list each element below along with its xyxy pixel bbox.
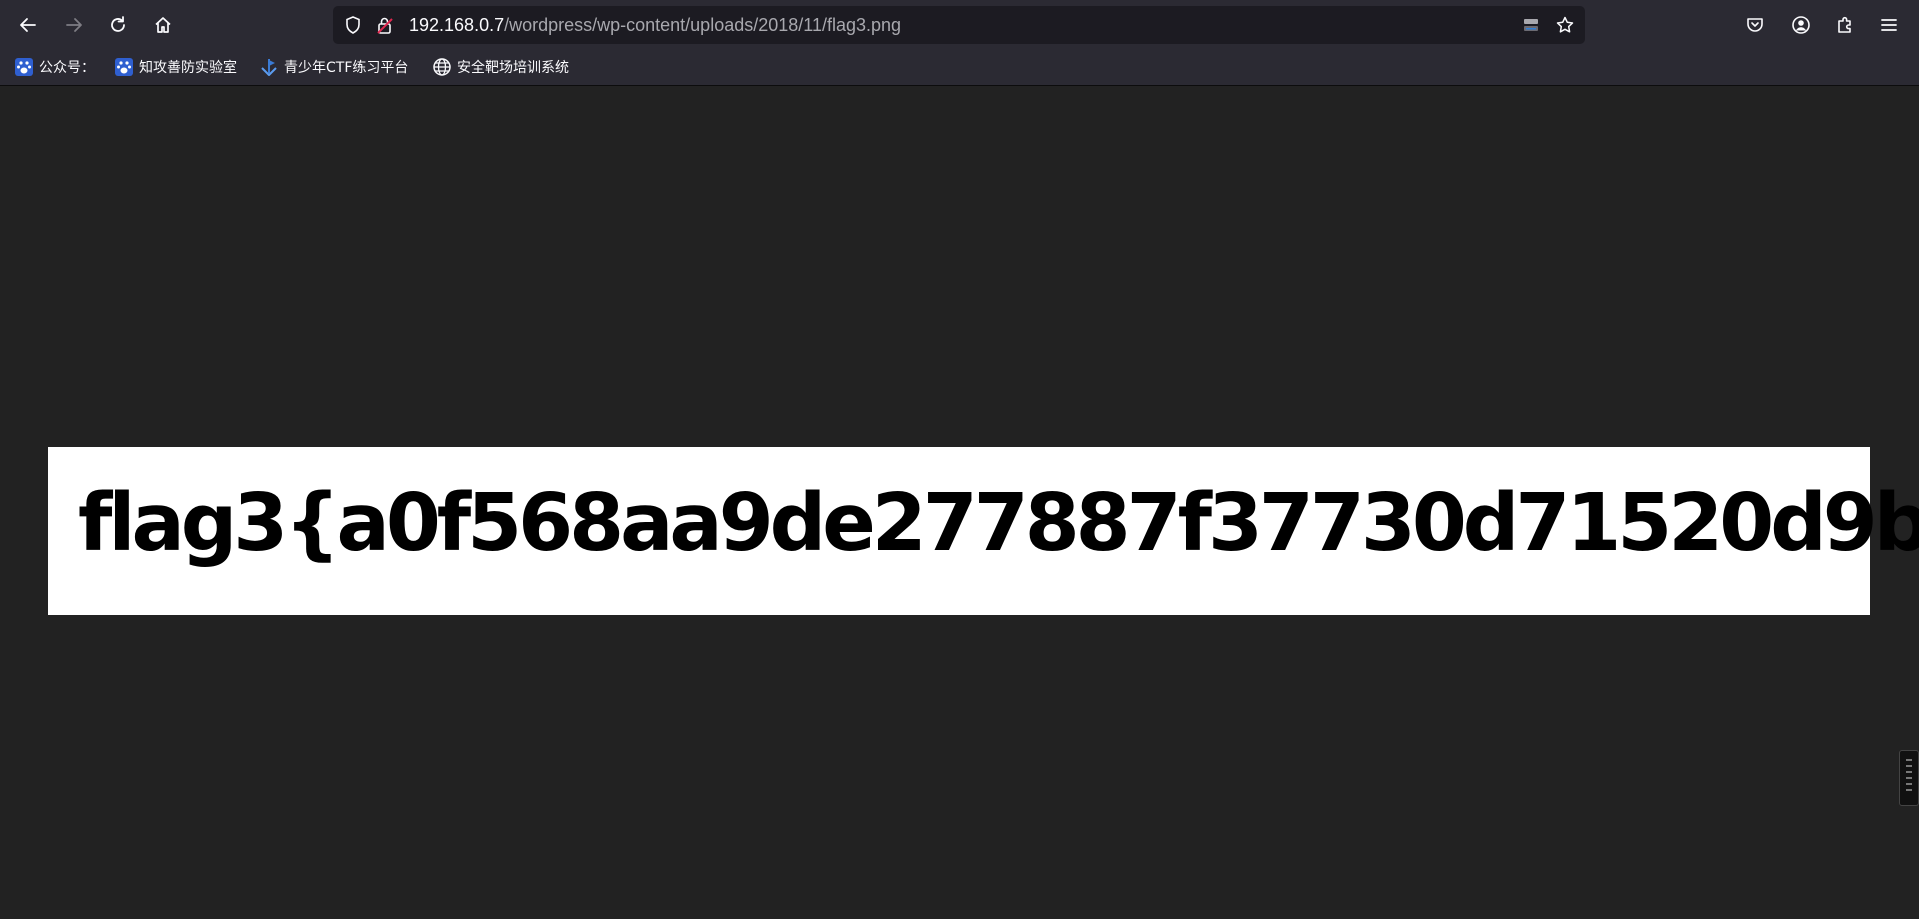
reload-icon bbox=[111, 16, 125, 32]
bookmark-item-youth-ctf[interactable]: 青少年CTF练习平台 bbox=[259, 56, 408, 78]
bookmark-star-icon[interactable] bbox=[1555, 15, 1575, 35]
extensions-icon bbox=[1838, 16, 1851, 33]
browser-toolbar: 192.168.0.7/wordpress/wp-content/uploads… bbox=[0, 0, 1919, 50]
extensions-button[interactable] bbox=[1829, 9, 1861, 41]
back-arrow-icon bbox=[20, 18, 36, 32]
url-bar[interactable]: 192.168.0.7/wordpress/wp-content/uploads… bbox=[333, 6, 1585, 44]
back-button[interactable] bbox=[10, 7, 46, 43]
bookmark-item-zhigong-lab[interactable]: 知攻善防实验室 bbox=[114, 56, 237, 78]
page-action-icon[interactable] bbox=[1521, 15, 1541, 35]
displayed-image[interactable]: flag3{a0f568aa9de277887f37730d71520d9b} bbox=[48, 447, 1919, 615]
home-button[interactable] bbox=[145, 7, 181, 43]
insecure-lock-icon[interactable] bbox=[375, 15, 395, 35]
bookmark-item-range-training[interactable]: 安全靶场培训系统 bbox=[432, 56, 569, 78]
pocket-button[interactable] bbox=[1739, 9, 1771, 41]
bookmarks-toolbar: 公众号： 知攻善防实验室 青少年CTF练习平台 安全靶场培训系统 bbox=[0, 50, 1919, 86]
paw-icon bbox=[15, 58, 33, 76]
bookmark-label: 公众号： bbox=[39, 60, 95, 76]
flag-logo-icon bbox=[261, 59, 277, 76]
bookmark-label: 知攻善防实验室 bbox=[139, 60, 237, 76]
account-icon bbox=[1792, 16, 1810, 34]
paw-icon bbox=[115, 58, 133, 76]
forward-button[interactable] bbox=[56, 7, 92, 43]
url-host: 192.168.0.7 bbox=[409, 15, 505, 35]
bookmark-label: 青少年CTF练习平台 bbox=[284, 60, 409, 76]
forward-arrow-icon bbox=[66, 18, 82, 32]
account-button[interactable] bbox=[1785, 9, 1817, 41]
shield-icon[interactable] bbox=[343, 15, 363, 35]
menu-button[interactable] bbox=[1873, 9, 1905, 41]
bookmark-label: 安全靶场培训系统 bbox=[457, 60, 569, 76]
url-path: /wordpress/wp-content/uploads/2018/11/fl… bbox=[504, 15, 902, 35]
menu-icon bbox=[1881, 19, 1897, 31]
side-scroll-handle[interactable] bbox=[1899, 750, 1919, 806]
flag-text: flag3{a0f568aa9de277887f37730d71520d9b} bbox=[78, 477, 1919, 569]
globe-icon bbox=[433, 58, 451, 76]
pocket-icon bbox=[1747, 18, 1763, 32]
home-icon bbox=[155, 17, 171, 33]
reload-button[interactable] bbox=[100, 7, 136, 43]
url-text[interactable]: 192.168.0.7/wordpress/wp-content/uploads… bbox=[409, 6, 901, 44]
bookmark-item-gongzhonghao[interactable]: 公众号： bbox=[14, 56, 95, 78]
